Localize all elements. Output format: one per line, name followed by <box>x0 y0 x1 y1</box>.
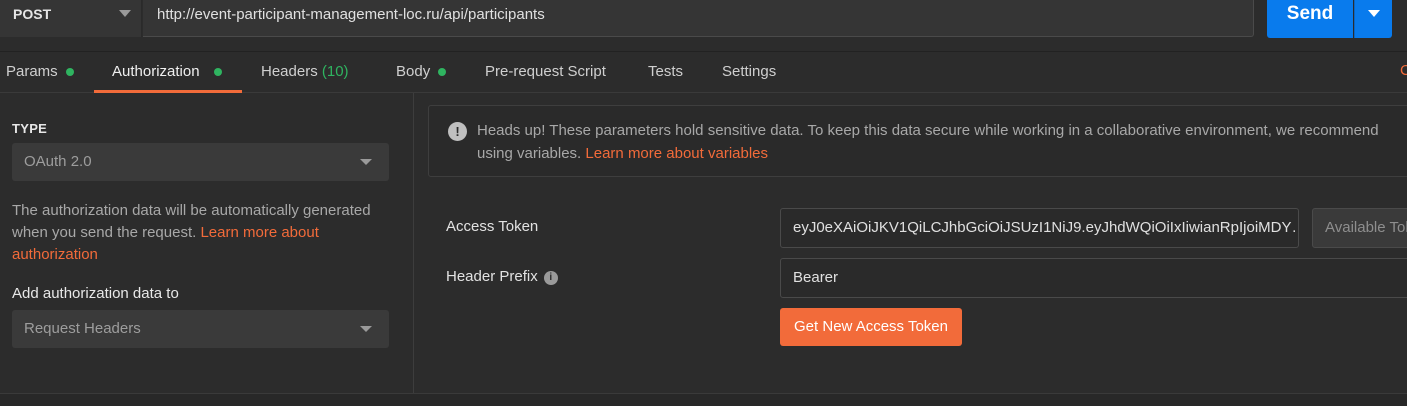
notice-line-2-text: using variables. <box>477 145 586 162</box>
postman-request-window: POST http://event-participant-management… <box>0 0 1407 406</box>
tab-label: Params <box>6 63 58 80</box>
tab-params[interactable]: Params <box>6 52 80 93</box>
header-prefix-row-label: Header Prefix i <box>446 268 558 285</box>
sensitive-data-notice: ! Heads up! These parameters hold sensit… <box>428 105 1407 177</box>
auth-config-panel: ! Heads up! These parameters hold sensit… <box>415 93 1407 393</box>
tab-label-wrap: Headers (10) <box>261 63 349 80</box>
url-input[interactable]: http://event-participant-management-loc.… <box>143 0 1254 37</box>
auth-type-select[interactable]: OAuth 2.0 <box>12 143 389 181</box>
access-token-value: eyJ0eXAiOiJKV1QiLCJhbGciOiJSUzI1NiJ9.eyJ… <box>793 219 1299 236</box>
add-auth-to-label: Add authorization data to <box>12 285 179 302</box>
status-dot-icon <box>66 68 74 76</box>
get-new-access-token-label: Get New Access Token <box>794 318 948 335</box>
tab-authorization[interactable]: Authorization <box>94 52 242 93</box>
tab-label: Pre-request Script <box>485 63 606 80</box>
chevron-down-icon <box>119 10 131 17</box>
tab-label: Headers <box>261 63 318 80</box>
warning-icon: ! <box>448 122 467 141</box>
tab-tests[interactable]: Tests <box>648 52 692 93</box>
tab-pre-request-script[interactable]: Pre-request Script <box>485 52 617 93</box>
request-tabs: Params Authorization Headers (10) Body P… <box>0 52 1407 93</box>
url-text: http://event-participant-management-loc.… <box>157 6 545 23</box>
add-auth-to-select[interactable]: Request Headers <box>12 310 389 348</box>
chevron-down-icon <box>360 159 372 165</box>
available-tokens-label: Available Tokens <box>1325 219 1407 236</box>
tab-label: Tests <box>648 63 684 80</box>
chevron-down-icon <box>360 326 372 332</box>
status-bar <box>0 393 1407 406</box>
auth-description: The authorization data will be automatic… <box>12 200 392 266</box>
auth-type-panel: TYPE OAuth 2.0 The authorization data wi… <box>0 93 414 393</box>
send-label: Send <box>1286 3 1334 24</box>
tab-headers[interactable]: Headers (10) <box>261 52 361 93</box>
add-auth-to-value: Request Headers <box>24 320 141 337</box>
request-bar: POST http://event-participant-management… <box>0 0 1407 52</box>
tab-settings[interactable]: Settings <box>722 52 784 93</box>
method-label: POST <box>13 6 52 22</box>
auth-type-value: OAuth 2.0 <box>24 153 92 170</box>
send-options-button[interactable] <box>1354 0 1392 38</box>
notice-line-1: Heads up! These parameters hold sensitiv… <box>477 122 1379 139</box>
info-icon[interactable]: i <box>543 271 558 285</box>
notice-line-2: using variables. Learn more about variab… <box>477 142 1407 165</box>
headers-count: (10) <box>321 63 349 80</box>
access-token-input[interactable]: eyJ0eXAiOiJKV1QiLCJhbGciOiJSUzI1NiJ9.eyJ… <box>780 208 1299 248</box>
get-new-access-token-button[interactable]: Get New Access Token <box>780 308 962 346</box>
header-prefix-input[interactable]: Bearer <box>780 258 1407 298</box>
tab-body[interactable]: Body <box>396 52 456 93</box>
method-select[interactable]: POST <box>0 0 142 37</box>
status-dot-icon <box>438 68 446 76</box>
send-button[interactable]: Send <box>1267 0 1353 38</box>
status-dot-icon <box>214 68 222 76</box>
header-prefix-value: Bearer <box>793 269 839 286</box>
learn-more-variables-link[interactable]: Learn more about variables <box>585 145 768 162</box>
type-label: TYPE <box>12 121 48 136</box>
tab-label: Settings <box>722 63 777 80</box>
access-token-label: Access Token <box>446 218 539 235</box>
notice-text: Heads up! These parameters hold sensitiv… <box>477 119 1407 165</box>
header-prefix-label: Header Prefix <box>446 268 538 285</box>
tab-label: Authorization <box>112 63 200 80</box>
tab-label: Body <box>396 63 431 80</box>
chevron-down-icon <box>1368 10 1380 17</box>
available-tokens-select[interactable]: Available Tokens <box>1312 208 1407 248</box>
cookies-link[interactable]: C <box>1400 62 1407 79</box>
